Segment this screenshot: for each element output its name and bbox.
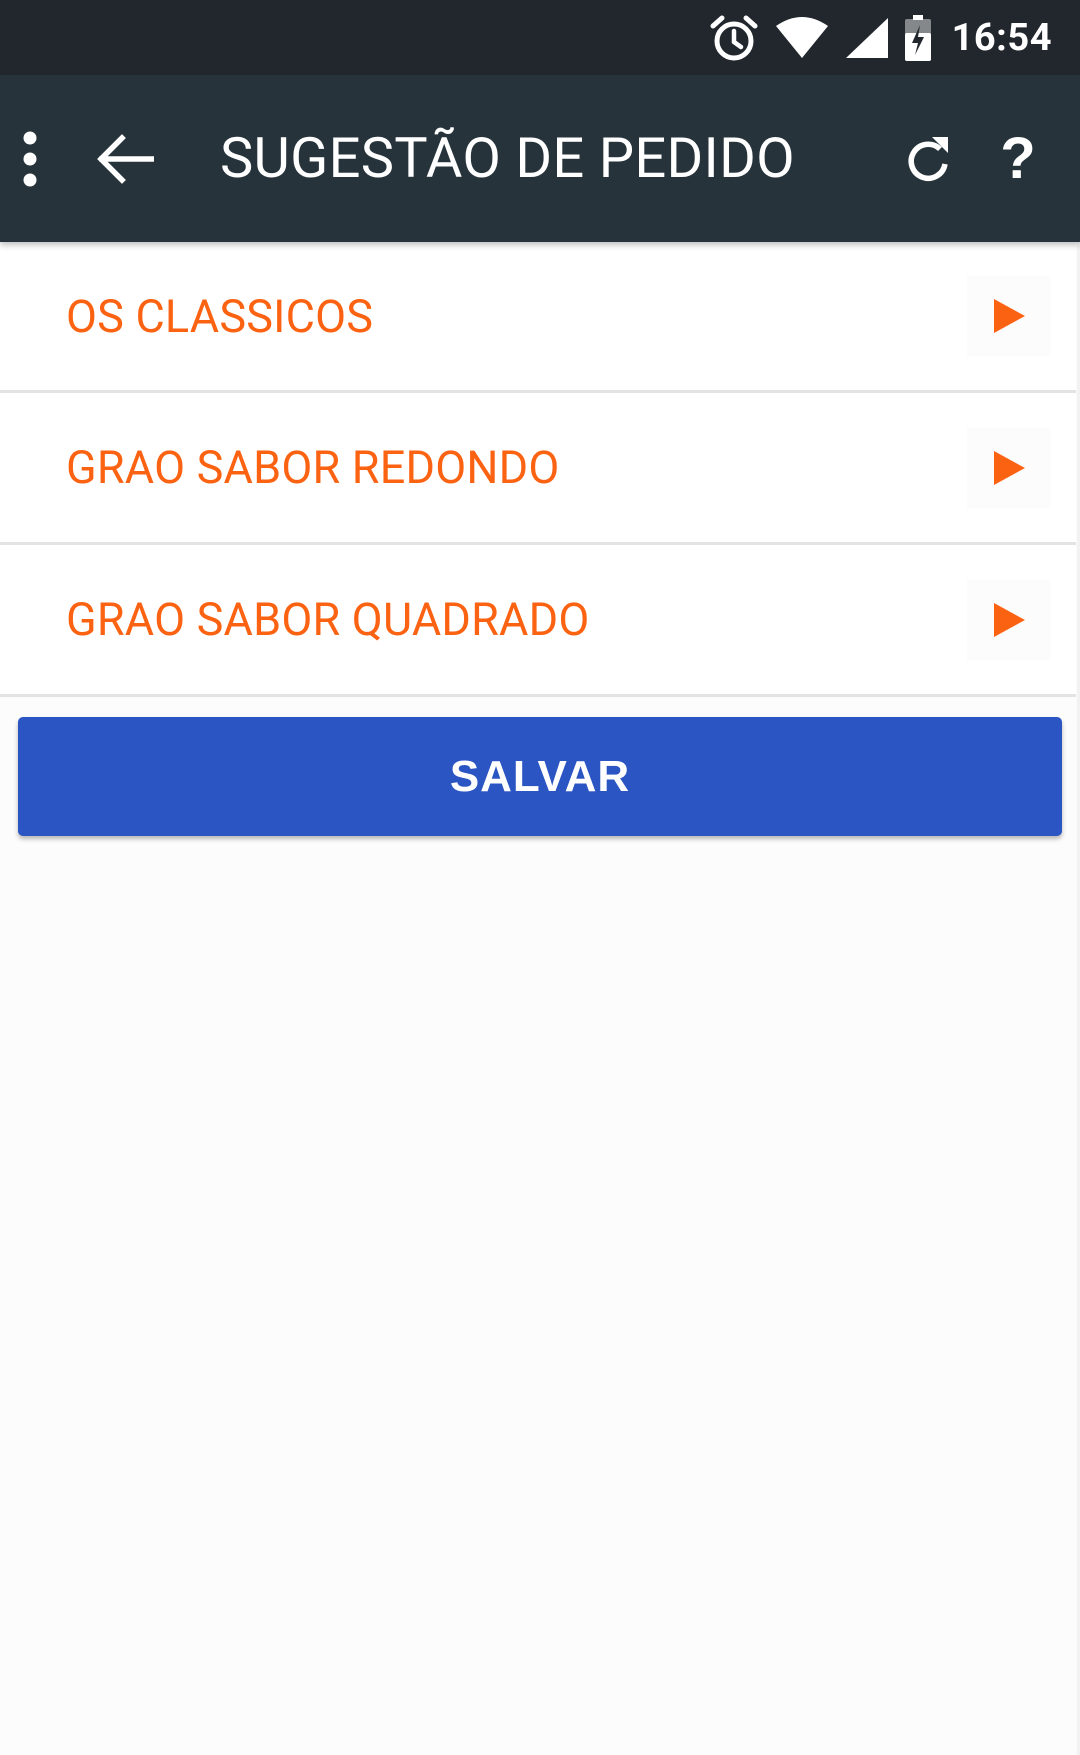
list-item-label: GRAO SABOR QUADRADO [66,593,590,646]
app-screen: 16:54 SUGESTÃO DE PEDIDO ? OS CLASSICOS … [0,0,1080,1755]
list-item-os-classicos[interactable]: OS CLASSICOS [0,242,1076,393]
page-title: SUGESTÃO DE PEDIDO [220,125,795,191]
wifi-icon [774,16,830,60]
refresh-icon[interactable] [892,75,964,242]
help-icon[interactable]: ? [982,75,1054,242]
more-vert-icon[interactable] [4,75,56,242]
arrow-back-icon[interactable] [90,75,160,242]
play-arrow-icon[interactable] [967,276,1051,356]
play-arrow-icon[interactable] [967,579,1051,660]
category-list: OS CLASSICOS GRAO SABOR REDONDO GRAO SAB… [0,242,1076,697]
alarm-icon [708,12,760,64]
play-arrow-icon[interactable] [967,427,1051,508]
list-item-grao-sabor-quadrado[interactable]: GRAO SABOR QUADRADO [0,545,1076,697]
toolbar: SUGESTÃO DE PEDIDO ? [0,75,1080,242]
list-item-label: GRAO SABOR REDONDO [66,441,560,494]
status-icons: 16:54 [708,0,1052,75]
list-item-grao-sabor-redondo[interactable]: GRAO SABOR REDONDO [0,393,1076,545]
status-time: 16:54 [951,15,1052,60]
help-glyph: ? [1000,125,1036,191]
list-item-label: OS CLASSICOS [66,289,374,343]
signal-icon [844,16,890,60]
status-bar: 16:54 [0,0,1080,75]
battery-charging-icon [904,14,932,61]
save-button[interactable]: SALVAR [18,717,1062,836]
